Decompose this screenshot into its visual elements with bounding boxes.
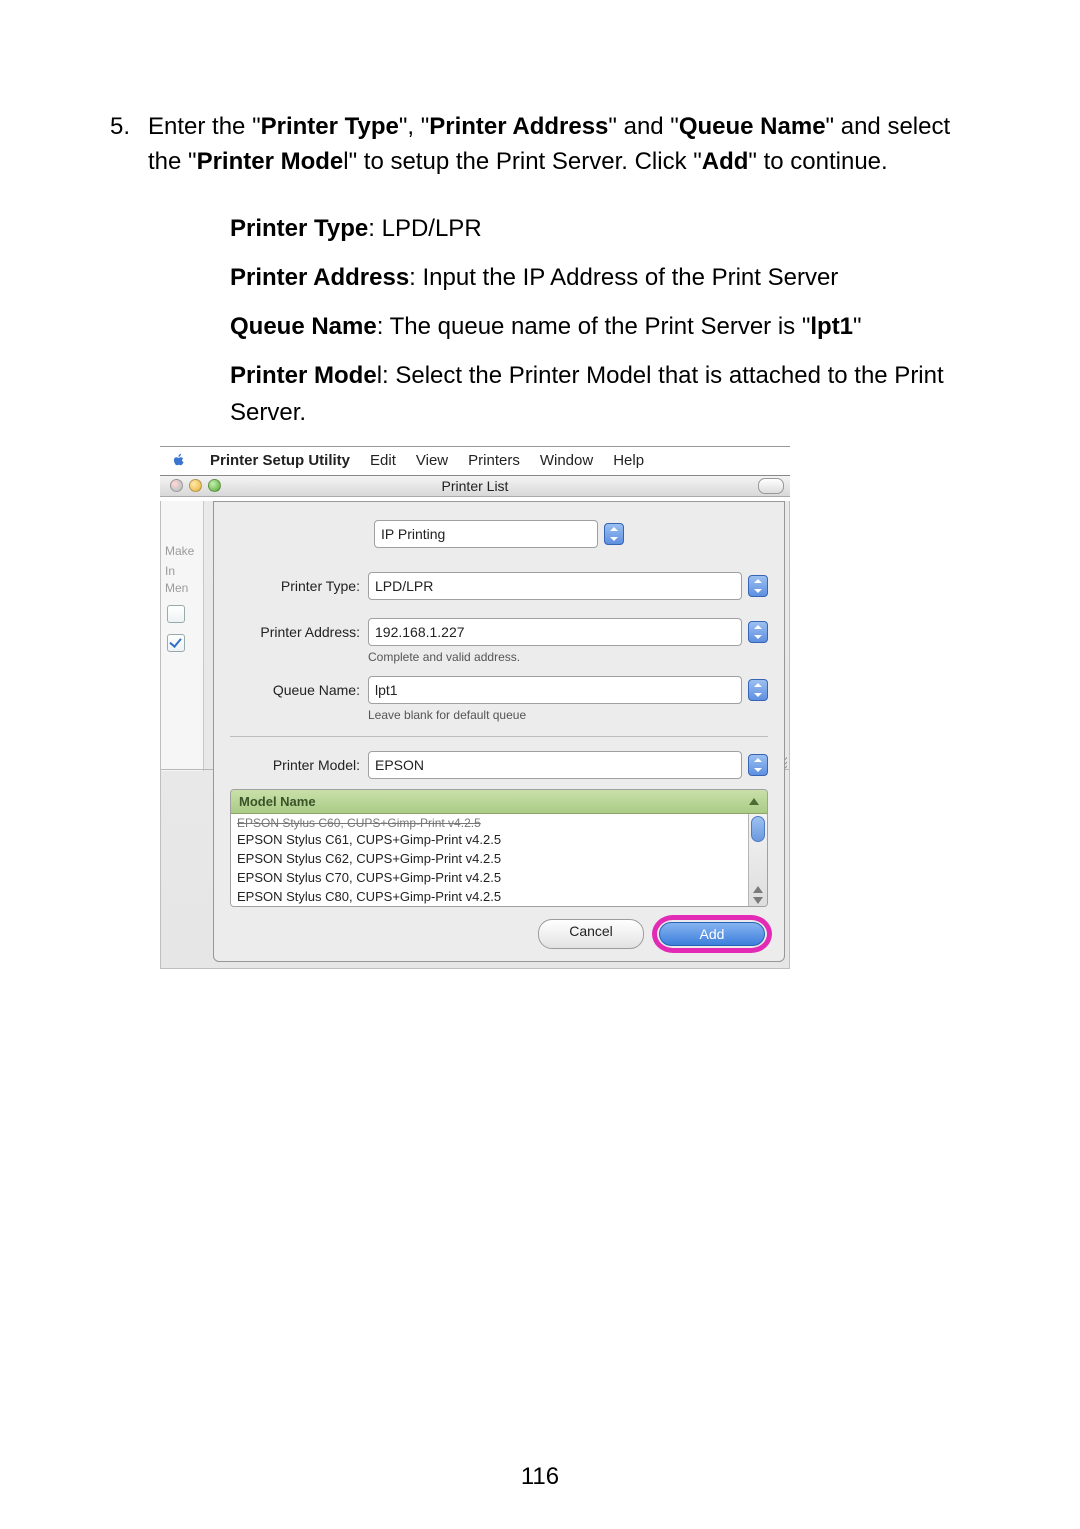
history-arrows-icon[interactable]: [748, 679, 768, 701]
cancel-button[interactable]: Cancel: [538, 919, 644, 949]
sort-ascending-icon[interactable]: [749, 798, 759, 805]
connection-type-select[interactable]: IP Printing: [374, 520, 598, 548]
page-number: 116: [0, 1463, 1080, 1491]
queue-name-input[interactable]: lpt1: [368, 676, 742, 704]
printer-model-label: Printer Model:: [230, 757, 368, 773]
def-printer-address: Printer Address: Input the IP Address of…: [230, 259, 960, 296]
add-printer-sheet: IP Printing Printer Type: LPD/LPR Printe…: [213, 501, 785, 962]
def-queue-name: Queue Name: The queue name of the Print …: [230, 308, 960, 345]
menu-app-name[interactable]: Printer Setup Utility: [210, 452, 350, 469]
def-printer-type: Printer Type: LPD/LPR: [230, 210, 960, 247]
screenshot: Printer Setup Utility Edit View Printers…: [160, 446, 790, 969]
scroll-down-icon[interactable]: [753, 897, 763, 904]
add-button[interactable]: Add: [659, 922, 765, 946]
divider: [230, 736, 768, 737]
popup-arrows-icon[interactable]: [604, 523, 624, 545]
history-arrows-icon[interactable]: [748, 621, 768, 643]
list-item[interactable]: EPSON Stylus C70, CUPS+Gimp-Print v4.2.5: [231, 868, 748, 887]
printer-address-input[interactable]: 192.168.1.227: [368, 618, 742, 646]
popup-arrows-icon[interactable]: [748, 754, 768, 776]
def-printer-model: Printer Model: Select the Printer Model …: [230, 357, 960, 431]
menu-view[interactable]: View: [416, 452, 448, 469]
checkbox-checked-icon[interactable]: [167, 634, 185, 652]
list-item[interactable]: EPSON Stylus C61, CUPS+Gimp-Print v4.2.5: [231, 830, 748, 849]
scrollbar[interactable]: [748, 814, 767, 906]
queue-hint: Leave blank for default queue: [368, 708, 768, 722]
printer-type-select[interactable]: LPD/LPR: [368, 572, 742, 600]
sidebar: Make In Men: [161, 501, 204, 771]
queue-name-value: lpt1: [375, 682, 398, 698]
printer-type-label: Printer Type:: [230, 578, 368, 594]
printer-address-label: Printer Address:: [230, 624, 368, 640]
step-number: 5.: [90, 110, 148, 180]
model-listbox[interactable]: Model Name EPSON Stylus C60, CUPS+Gimp-P…: [230, 789, 768, 907]
printer-address-value: 192.168.1.227: [375, 624, 465, 640]
menu-bar: Printer Setup Utility Edit View Printers…: [160, 446, 790, 475]
connection-type-value: IP Printing: [381, 526, 445, 542]
instruction-step: 5. Enter the "Printer Type", "Printer Ad…: [90, 110, 990, 180]
menu-edit[interactable]: Edit: [370, 452, 396, 469]
printer-model-value: EPSON: [375, 757, 424, 773]
add-button-highlight: Add: [656, 919, 768, 949]
sidebar-inmenu-label: In Men: [161, 561, 203, 599]
title-bar: Printer List: [160, 475, 790, 497]
sidebar-make-label: Make: [161, 501, 203, 562]
window-title: Printer List: [160, 478, 790, 494]
checkbox-icon[interactable]: [167, 605, 185, 623]
model-list-header[interactable]: Model Name: [239, 794, 316, 809]
queue-name-label: Queue Name:: [230, 682, 368, 698]
printer-model-select[interactable]: EPSON: [368, 751, 742, 779]
list-item[interactable]: EPSON Stylus C80, CUPS+Gimp-Print v4.2.5: [231, 887, 748, 906]
scroll-thumb[interactable]: [751, 816, 765, 842]
popup-arrows-icon[interactable]: [748, 575, 768, 597]
list-item[interactable]: EPSON Stylus C60, CUPS+Gimp-Print v4.2.5: [231, 814, 748, 830]
menu-window[interactable]: Window: [540, 452, 593, 469]
address-hint: Complete and valid address.: [368, 650, 768, 664]
menu-printers[interactable]: Printers: [468, 452, 520, 469]
apple-menu-icon[interactable]: [164, 451, 190, 471]
menu-help[interactable]: Help: [613, 452, 644, 469]
scroll-up-icon[interactable]: [753, 886, 763, 893]
step-text: Enter the "Printer Type", "Printer Addre…: [148, 110, 990, 180]
printer-type-value: LPD/LPR: [375, 578, 433, 594]
list-item[interactable]: EPSON Stylus C62, CUPS+Gimp-Print v4.2.5: [231, 849, 748, 868]
